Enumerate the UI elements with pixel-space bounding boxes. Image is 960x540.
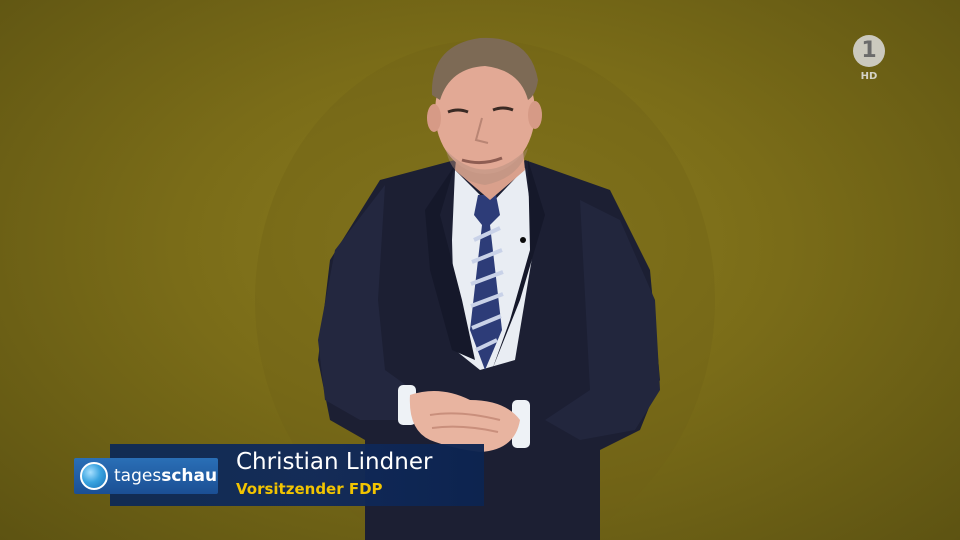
ard-one-icon: 1 (853, 35, 885, 67)
hd-label: HD (860, 71, 878, 82)
brand-wordmark: tagesschau (114, 464, 217, 488)
video-frame: 1 HD tagesschau Christian Lindner Vorsit… (0, 0, 960, 540)
tagesschau-brand: tagesschau (74, 458, 218, 494)
speaker-title: Vorsitzender FDP (236, 480, 383, 498)
speaker-name: Christian Lindner (236, 449, 433, 475)
channel-logo: 1 HD (850, 35, 890, 85)
lower-third: tagesschau Christian Lindner Vorsitzende… (74, 444, 486, 506)
brand-part2: schau (161, 466, 218, 486)
brand-part1: tages (114, 466, 162, 486)
tagesschau-globe-icon (80, 462, 108, 490)
